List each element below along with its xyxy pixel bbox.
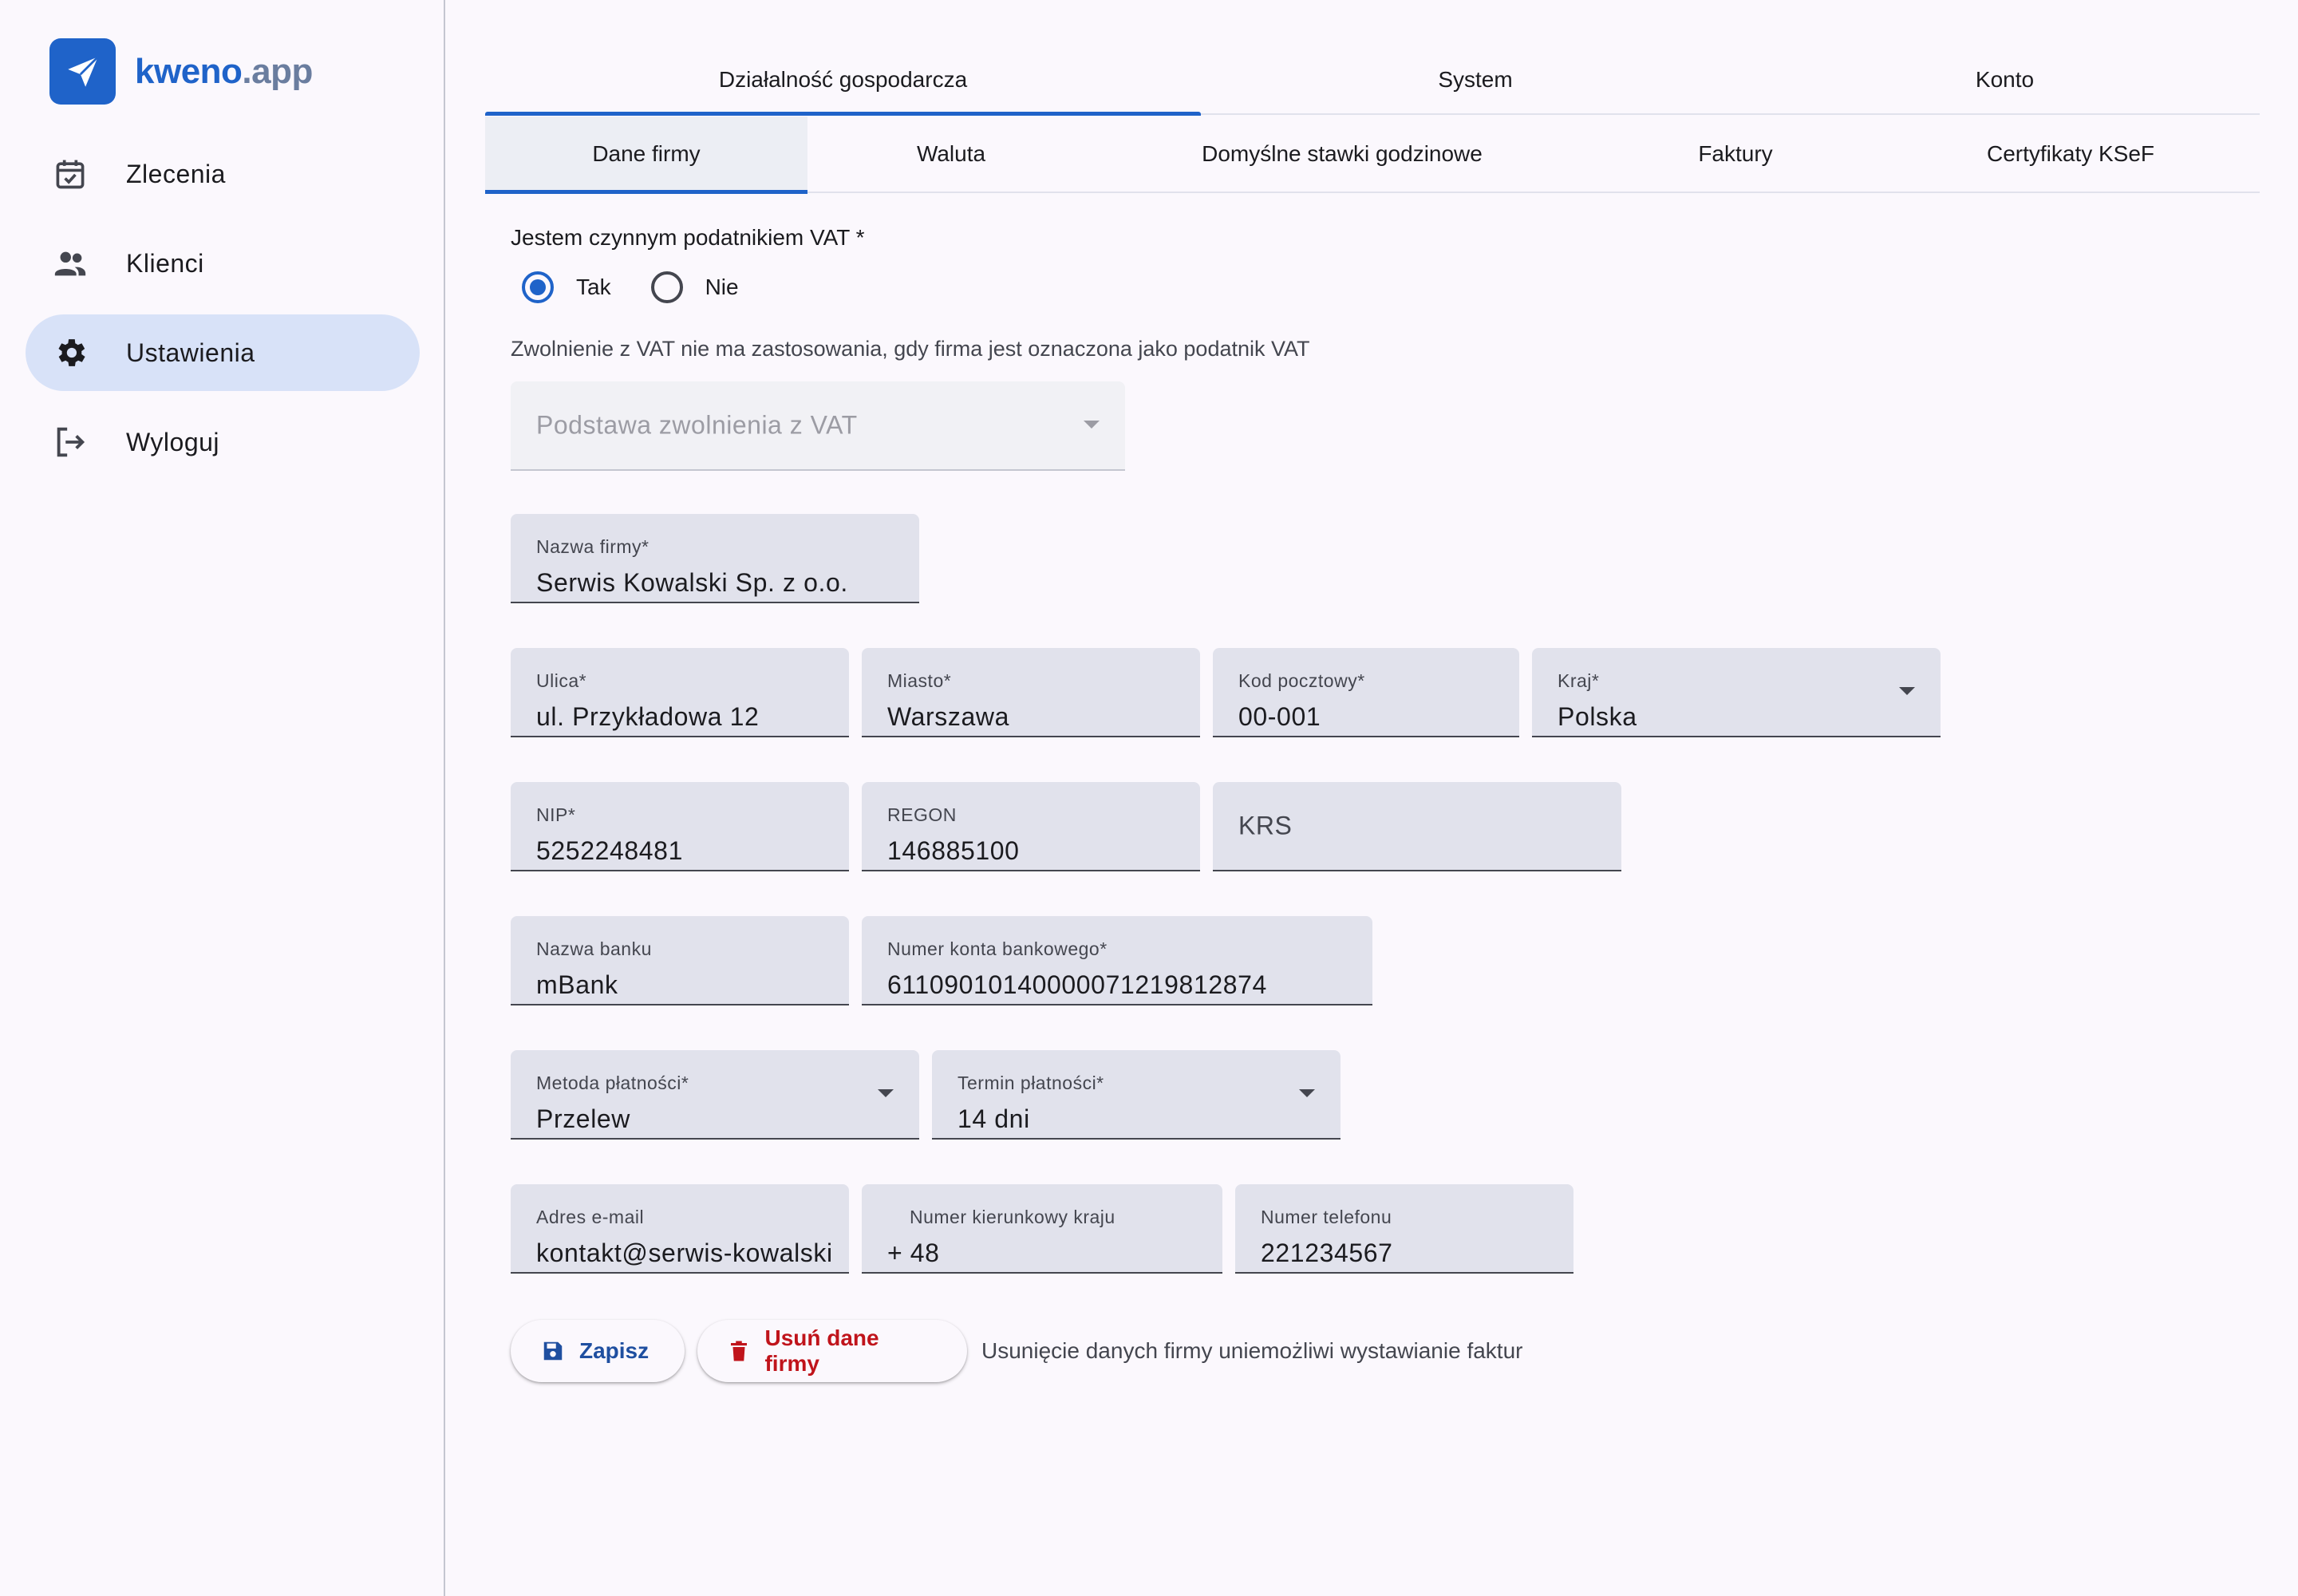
field-label: Numer kierunkowy kraju [910, 1207, 1115, 1227]
field-label: Nazwa banku [536, 938, 652, 959]
field-value: ul. Przykładowa 12 [536, 702, 760, 731]
bank-name-field[interactable]: Nazwa banku mBank [511, 916, 849, 1005]
sidebar-item-klienci[interactable]: Klienci [26, 225, 420, 302]
city-field[interactable]: Miasto* Warszawa [862, 648, 1200, 737]
nip-field[interactable]: NIP* 5252248481 [511, 782, 849, 871]
field-label: Ulica* [536, 670, 587, 691]
chevron-down-icon [1899, 687, 1915, 695]
save-button[interactable]: Zapisz [511, 1320, 685, 1382]
tab-dzialalnosc-gospodarcza[interactable]: Działalność gospodarcza [485, 46, 1201, 116]
sidebar-nav: Zlecenia Klienci Ustawienia Wyloguj [26, 136, 420, 493]
delete-hint: Usunięcie danych firmy uniemożliwi wysta… [981, 1338, 1523, 1363]
field-value: 146885100 [887, 836, 1020, 865]
payment-term-select[interactable]: Termin płatności* 14 dni [932, 1050, 1340, 1140]
postal-code-field[interactable]: Kod pocztowy* 00-001 [1213, 648, 1519, 737]
vat-hint: Zwolnienie z VAT nie ma zastosowania, gd… [511, 337, 1310, 361]
field-value: Serwis Kowalski Sp. z o.o. [536, 568, 848, 597]
tab-dane-firmy[interactable]: Dane firmy [485, 117, 807, 194]
field-value: mBank [536, 970, 618, 999]
field-value: Polska [1558, 702, 1637, 731]
company-name-field[interactable]: Nazwa firmy* Serwis Kowalski Sp. z o.o. [511, 514, 919, 603]
field-value: 14 dni [958, 1104, 1030, 1133]
country-select[interactable]: Kraj* Polska [1532, 648, 1941, 737]
save-icon [539, 1337, 567, 1365]
vat-question: Jestem czynnym podatnikiem VAT * [511, 225, 865, 250]
tab-waluta[interactable]: Waluta [807, 117, 1095, 192]
tabs-sub: Dane firmy Waluta Domyślne stawki godzin… [485, 117, 2260, 194]
people-icon [51, 244, 89, 282]
tab-faktury[interactable]: Faktury [1589, 117, 1881, 192]
vat-radio-nie[interactable] [650, 271, 683, 303]
vat-radio-tak[interactable] [522, 271, 554, 303]
brand-name-suffix: .app [242, 51, 313, 91]
field-label: Nazwa firmy* [536, 536, 650, 557]
field-value: Warszawa [887, 702, 1009, 731]
field-label: NIP* [536, 804, 576, 825]
field-label: Kraj* [1558, 670, 1600, 691]
field-label: Kod pocztowy* [1238, 670, 1365, 691]
field-label: Metoda płatności* [536, 1073, 689, 1093]
field-label: Termin płatności* [958, 1073, 1104, 1093]
chevron-down-icon [878, 1089, 894, 1097]
sidebar-item-label: Ustawienia [126, 338, 255, 367]
tab-domyslne-stawki-godzinowe[interactable]: Domyślne stawki godzinowe [1095, 117, 1589, 192]
field-value: 221234567 [1261, 1238, 1393, 1267]
payment-method-select[interactable]: Metoda płatności* Przelew [511, 1050, 919, 1140]
phone-field[interactable]: Numer telefonu 221234567 [1235, 1184, 1573, 1274]
sidebar-item-label: Klienci [126, 248, 204, 278]
field-value: 5252248481 [536, 836, 683, 865]
app-root: kweno.app Zlecenia Klienci Ustawienia Wy… [0, 0, 2298, 1596]
tabs-top: Działalność gospodarcza System Konto [485, 46, 2260, 116]
field-placeholder: KRS [1238, 811, 1293, 840]
brand-name-main: kweno [135, 51, 243, 91]
krs-field[interactable]: KRS [1213, 782, 1621, 871]
tab-system[interactable]: System [1201, 46, 1750, 113]
field-label: Numer konta bankowego* [887, 938, 1108, 959]
sidebar-item-ustawienia[interactable]: Ustawienia [26, 314, 420, 391]
field-value: 00-001 [1238, 702, 1321, 731]
brand[interactable]: kweno.app [49, 38, 313, 105]
vat-radio-nie-label[interactable]: Nie [705, 275, 739, 300]
field-label: Numer telefonu [1261, 1207, 1392, 1227]
calendar-check-icon [51, 155, 89, 193]
regon-field[interactable]: REGON 146885100 [862, 782, 1200, 871]
chevron-down-icon [1299, 1089, 1315, 1097]
field-value: + 48 [887, 1238, 940, 1267]
vat-exemption-select: Podstawa zwolnienia z VAT [511, 381, 1125, 471]
country-code-field[interactable]: Numer kierunkowy kraju + 48 [862, 1184, 1222, 1274]
delete-company-button[interactable]: Usuń dane firmy [697, 1320, 967, 1382]
field-label: Adres e-mail [536, 1207, 645, 1227]
sidebar-item-label: Wyloguj [126, 427, 220, 456]
tab-certyfikaty-ksef[interactable]: Certyfikaty KSeF [1881, 117, 2260, 192]
chevron-down-icon [1084, 421, 1100, 429]
save-button-label: Zapisz [579, 1338, 650, 1363]
sidebar-item-label: Zlecenia [126, 159, 226, 188]
vat-exemption-placeholder: Podstawa zwolnienia z VAT [536, 410, 858, 440]
field-value: 61109010140000071219812874 [887, 970, 1267, 999]
form-actions: Zapisz Usuń dane firmy Usunięcie danych … [511, 1320, 1522, 1382]
trash-icon [726, 1337, 752, 1365]
bank-account-field[interactable]: Numer konta bankowego* 61109010140000071… [862, 916, 1372, 1005]
delete-button-label: Usuń dane firmy [764, 1325, 879, 1376]
radio-dot [530, 279, 546, 295]
paper-plane-icon [49, 38, 116, 105]
brand-name: kweno.app [135, 52, 313, 92]
field-value: Przelew [536, 1104, 631, 1133]
sidebar-item-wyloguj[interactable]: Wyloguj [26, 404, 420, 480]
sidebar-item-zlecenia[interactable]: Zlecenia [26, 136, 420, 212]
tab-konto[interactable]: Konto [1750, 46, 2260, 113]
email-field[interactable]: Adres e-mail kontakt@serwis-kowalski.pl [511, 1184, 849, 1274]
sidebar: kweno.app Zlecenia Klienci Ustawienia Wy… [0, 0, 445, 1596]
logout-icon [51, 423, 89, 461]
field-value: kontakt@serwis-kowalski.pl [536, 1238, 833, 1267]
field-label: Miasto* [887, 670, 952, 691]
vat-radio-tak-label[interactable]: Tak [576, 275, 611, 300]
vat-radio-group: Tak Nie [522, 271, 779, 303]
field-label: REGON [887, 804, 957, 825]
street-field[interactable]: Ulica* ul. Przykładowa 12 [511, 648, 849, 737]
gear-icon [51, 334, 89, 372]
